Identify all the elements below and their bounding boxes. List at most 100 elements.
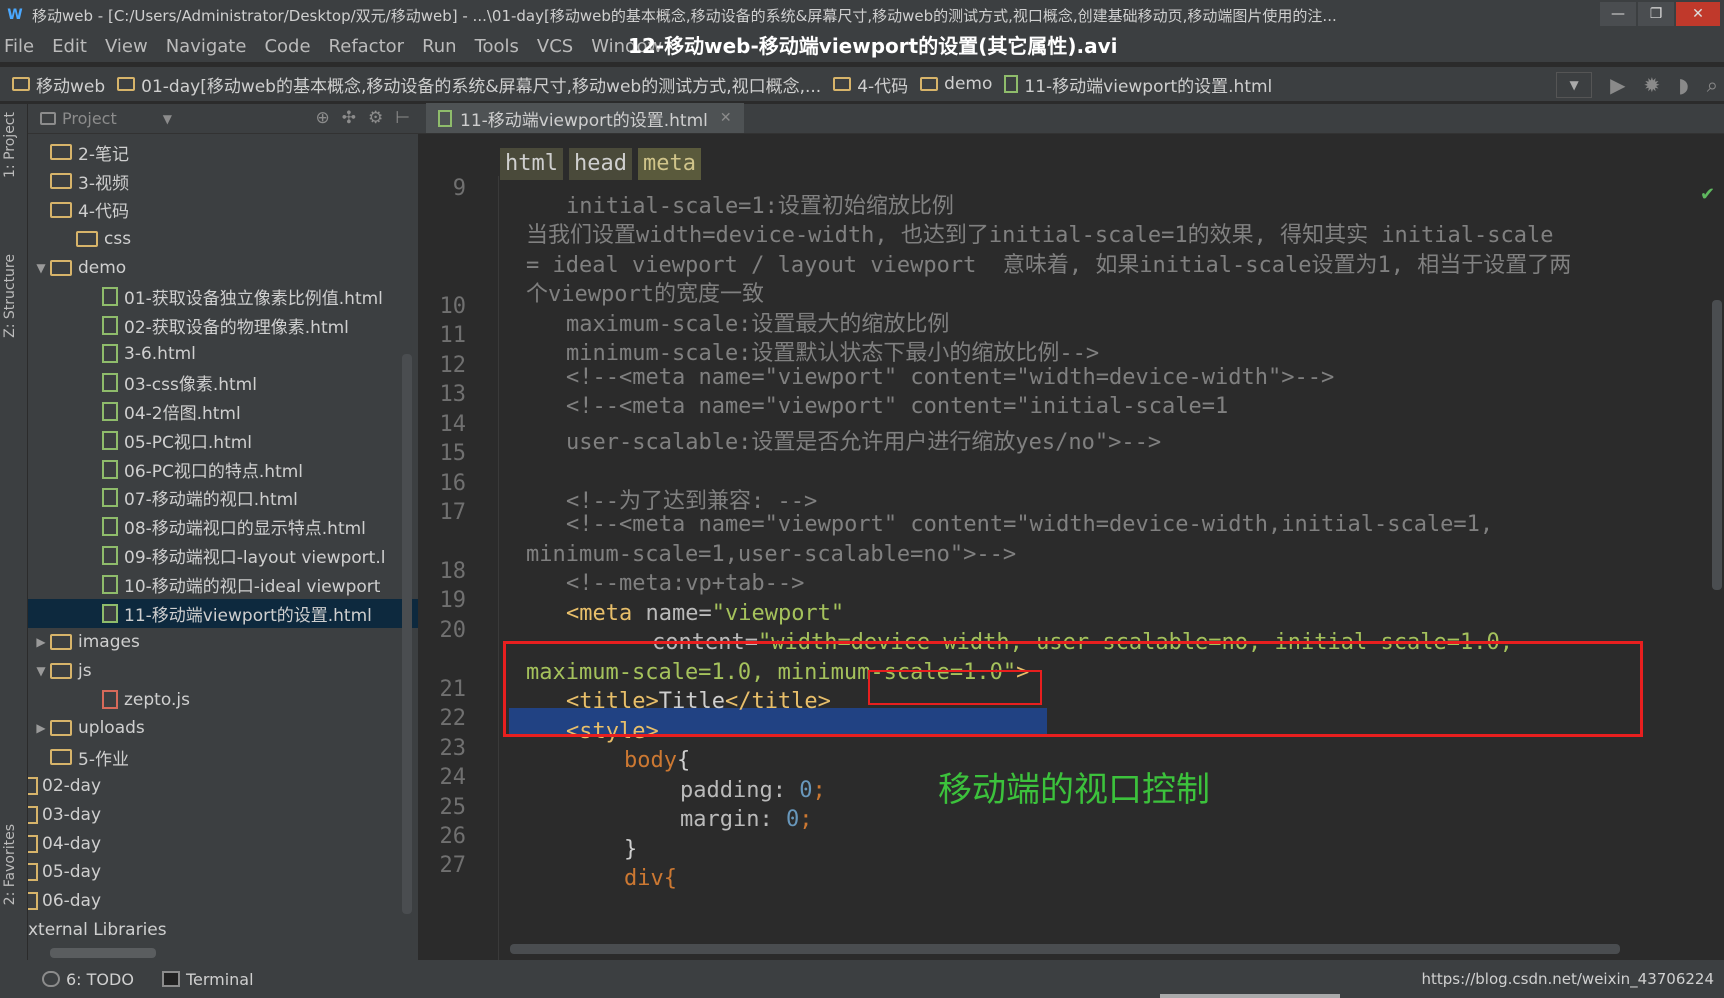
breadcrumb-day-folder[interactable]: 01-day[移动web的基本概念,移动设备的系统&屏幕尺寸,移动web的测试方… xyxy=(117,72,821,97)
breadcrumb-demo-folder[interactable]: demo xyxy=(920,74,992,94)
tree-folder[interactable]: 3-视频 xyxy=(28,167,418,196)
tree-file[interactable]: 07-移动端的视口.html xyxy=(28,484,418,513)
tree-file[interactable]: 04-2倍图.html xyxy=(28,397,418,426)
chevron-down-icon[interactable]: ▼ xyxy=(163,112,172,126)
line-number: 14 xyxy=(439,412,467,437)
tree-file[interactable]: 06-PC视口的特点.html xyxy=(28,455,418,484)
code-line[interactable]: minimum-scale=1,user-scalable=no">--> xyxy=(526,542,1016,567)
tree-folder[interactable]: ▼ js xyxy=(28,656,418,685)
editor-vertical-scrollbar[interactable] xyxy=(1712,300,1722,590)
menu-run[interactable]: Run xyxy=(422,36,457,57)
hide-icon[interactable]: ⊢ xyxy=(395,108,410,128)
tree-item-label: 03-day xyxy=(42,804,102,825)
editor-horizontal-scrollbar[interactable] xyxy=(510,944,1620,954)
breadcrumb-project[interactable]: 移动web xyxy=(12,72,105,97)
module-icon xyxy=(28,863,38,882)
line-number: 12 xyxy=(439,353,467,378)
code-line-close-brace[interactable]: } xyxy=(624,837,637,862)
tree-module[interactable]: 03-day xyxy=(28,800,418,829)
breadcrumb-file[interactable]: 11-移动端viewport的设置.html xyxy=(1004,72,1272,97)
todo-tool-tab[interactable]: 6: TODO xyxy=(42,970,134,989)
code-line[interactable]: <!--<meta name="viewport" content="width… xyxy=(566,512,1493,537)
breadcrumb-code-folder[interactable]: 4-代码 xyxy=(833,72,908,97)
project-view-label[interactable]: Project xyxy=(62,109,117,128)
project-horizontal-scrollbar[interactable] xyxy=(50,948,156,958)
terminal-tool-tab[interactable]: Terminal xyxy=(161,970,254,989)
debug-icon[interactable]: ✹ xyxy=(1643,73,1660,97)
tree-module[interactable]: 06-day xyxy=(28,887,418,916)
tree-item-label: 05-day xyxy=(42,862,102,883)
project-vertical-scrollbar[interactable] xyxy=(402,354,412,914)
chevron-right-icon[interactable]: ▶ xyxy=(32,721,50,735)
structure-tool-tab[interactable]: Z: Structure xyxy=(2,254,18,338)
coverage-icon[interactable]: ◗ xyxy=(1678,73,1689,97)
menu-navigate[interactable]: Navigate xyxy=(166,36,247,57)
tree-folder[interactable]: 5-作业 xyxy=(28,743,418,772)
search-icon[interactable]: ⌕ xyxy=(1707,73,1718,97)
close-window-button[interactable]: ✕ xyxy=(1676,2,1720,26)
locate-icon[interactable]: ⊕ xyxy=(315,108,329,128)
minimize-button[interactable]: — xyxy=(1600,2,1636,26)
html-crumb-meta[interactable]: meta xyxy=(637,148,701,180)
menu-view[interactable]: View xyxy=(105,36,148,57)
code-line-padding[interactable]: padding: 0; xyxy=(680,778,826,803)
menu-vcs[interactable]: VCS xyxy=(537,36,573,57)
tree-file[interactable]: 02-获取设备的物理像素.html xyxy=(28,311,418,340)
folder-icon xyxy=(833,77,852,91)
chevron-down-icon[interactable]: ▼ xyxy=(32,664,50,678)
chevron-right-icon[interactable]: ▶ xyxy=(32,635,50,649)
tree-file[interactable]: xternal Libraries xyxy=(28,916,418,945)
tree-folder[interactable]: 2-笔记 xyxy=(28,138,418,167)
tree-file[interactable]: 11-移动端viewport的设置.html xyxy=(28,598,418,628)
tree-folder[interactable]: 4-代码 xyxy=(28,196,418,225)
code-line[interactable]: <!--meta:vp+tab--> xyxy=(566,571,804,596)
tree-file[interactable]: 09-移动端视口-layout viewport.l xyxy=(28,541,418,570)
menu-file[interactable]: File xyxy=(4,36,34,57)
code-line-margin[interactable]: margin: 0; xyxy=(680,807,812,832)
code-line-meta[interactable]: <meta name="viewport" xyxy=(566,601,844,626)
code-line[interactable]: user-scalable:设置是否允许用户进行缩放yes/no">--> xyxy=(566,424,1161,456)
tree-module[interactable]: 05-day xyxy=(28,858,418,887)
tree-module[interactable]: 02-day xyxy=(28,772,418,801)
tree-file[interactable]: 3-6.html xyxy=(28,340,418,369)
tree-file[interactable]: 08-移动端视口的显示特点.html xyxy=(28,512,418,541)
run-config-dropdown[interactable]: ▼ xyxy=(1556,72,1593,98)
menu-refactor[interactable]: Refactor xyxy=(329,36,405,57)
html-crumb-head[interactable]: head xyxy=(568,148,632,180)
menu-code[interactable]: Code xyxy=(264,36,310,57)
code-line[interactable]: 个viewport的宽度一致 xyxy=(526,276,764,308)
tree-folder[interactable]: ▶ uploads xyxy=(28,714,418,743)
code-line[interactable]: <!--<meta name="viewport" content="width… xyxy=(566,365,1334,390)
chevron-down-icon[interactable]: ▼ xyxy=(32,261,50,275)
code-line[interactable]: 当我们设置width=device-width, 也达到了initial-sca… xyxy=(526,217,1554,249)
tree-file[interactable]: 10-移动端的视口-ideal viewport xyxy=(28,570,418,599)
maximize-button[interactable]: ❐ xyxy=(1638,2,1674,26)
tree-file[interactable]: 01-获取设备独立像素比例值.html xyxy=(28,282,418,311)
close-icon[interactable]: ✕ xyxy=(720,110,732,126)
code-line[interactable]: = ideal viewport / layout viewport 意味着, … xyxy=(526,247,1571,279)
code-line-div[interactable]: div{ xyxy=(624,866,677,891)
tree-folder[interactable]: css xyxy=(28,224,418,253)
tree-item-label: zepto.js xyxy=(124,689,190,710)
tree-folder[interactable]: ▶ images xyxy=(28,628,418,657)
tree-file[interactable]: 03-css像素.html xyxy=(28,368,418,397)
code-line[interactable]: <!--为了达到兼容: --> xyxy=(566,483,817,515)
collapse-icon[interactable]: ✣ xyxy=(342,108,356,128)
project-tool-tab[interactable]: 1: Project xyxy=(2,112,18,178)
menu-tools[interactable]: Tools xyxy=(475,36,519,57)
code-line[interactable]: maximum-scale:设置最大的缩放比例 xyxy=(566,306,949,338)
run-icon[interactable]: ▶ xyxy=(1610,73,1625,97)
favorites-tool-tab[interactable]: 2: Favorites xyxy=(2,824,18,905)
code-line[interactable]: minimum-scale:设置默认状态下最小的缩放比例--> xyxy=(566,335,1099,367)
code-line[interactable]: <!--<meta name="viewport" content="initi… xyxy=(566,394,1228,419)
tree-module[interactable]: 04-day xyxy=(28,829,418,858)
html-crumb-html[interactable]: html xyxy=(500,148,563,180)
menu-edit[interactable]: Edit xyxy=(52,36,87,57)
tree-file[interactable]: 05-PC视口.html xyxy=(28,426,418,455)
code-line[interactable]: initial-scale=1:设置初始缩放比例 xyxy=(566,188,954,220)
gear-icon[interactable]: ⚙ xyxy=(368,108,383,128)
code-line-selector[interactable]: body{ xyxy=(624,748,690,773)
editor-tab-active[interactable]: 11-移动端viewport的设置.html ✕ xyxy=(426,103,744,133)
tree-folder[interactable]: ▼ demo xyxy=(28,253,418,282)
tree-file[interactable]: zepto.js xyxy=(28,685,418,714)
